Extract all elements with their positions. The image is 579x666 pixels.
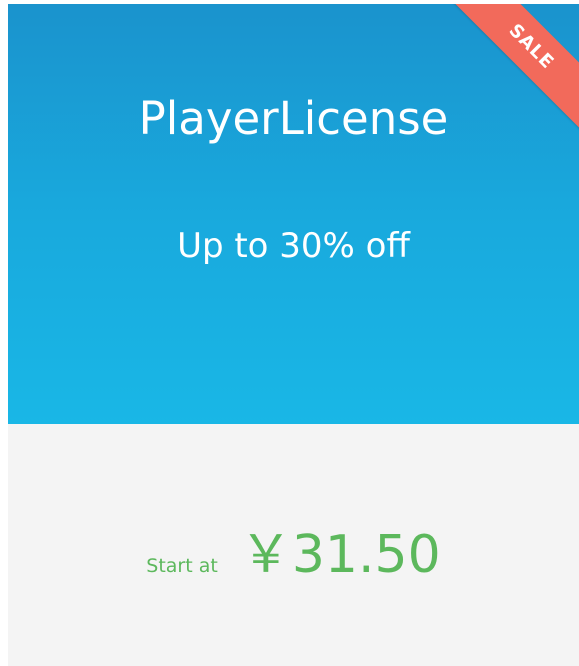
price-prefix-label: Start at: [146, 555, 218, 577]
card-header: PlayerLicense Up to 30% off SALE: [8, 4, 579, 424]
product-card[interactable]: PlayerLicense Up to 30% off SALE Start a…: [8, 4, 579, 666]
discount-text: Up to 30% off: [177, 226, 410, 266]
price-amount: ￥31.50: [239, 525, 441, 585]
product-name: PlayerLicense: [138, 92, 449, 145]
price-panel: Start at ￥31.50: [8, 424, 579, 666]
price-row: Start at ￥31.50: [8, 512, 579, 587]
